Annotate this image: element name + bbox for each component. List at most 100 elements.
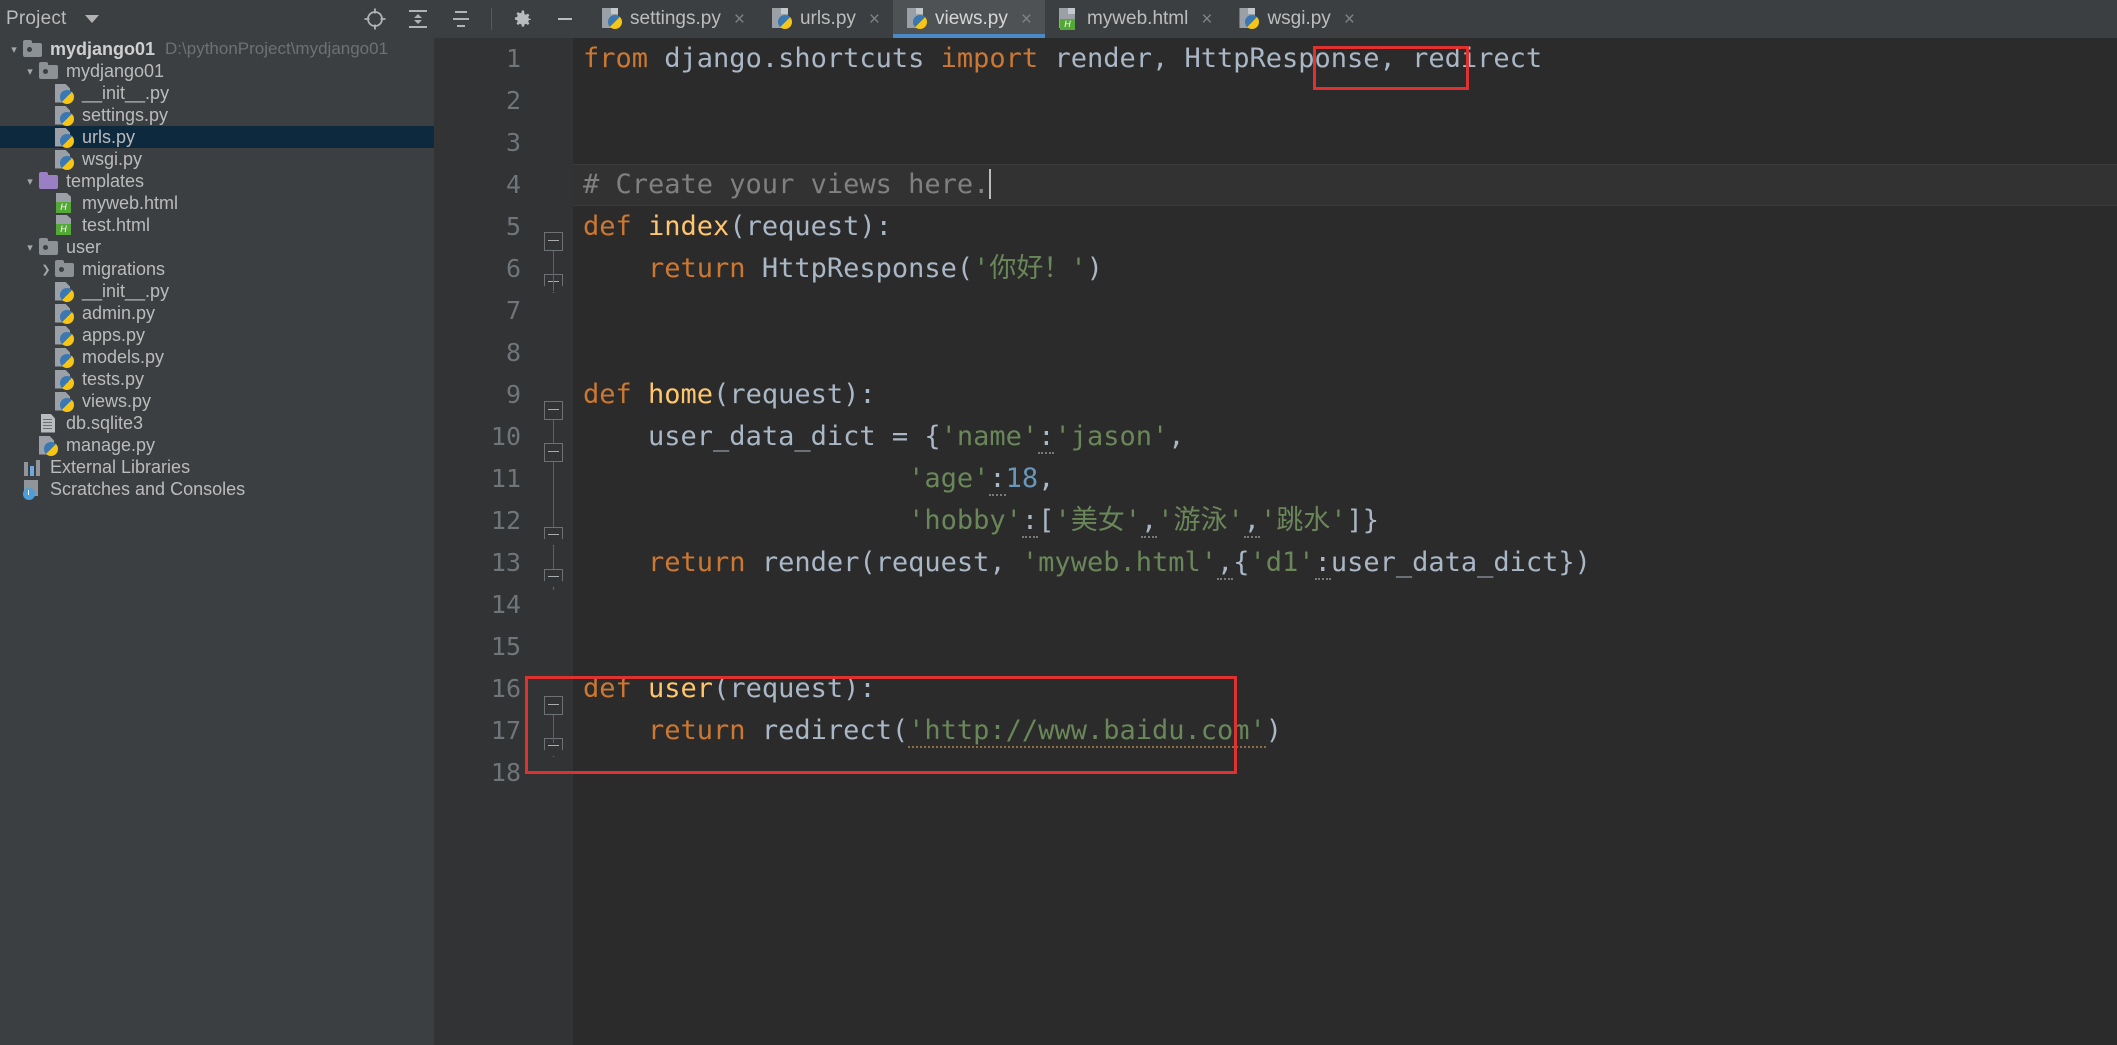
code-line-12[interactable]: 'hobby':['美女','游泳','跳水']} bbox=[573, 500, 2117, 542]
tree-item-templates[interactable]: ▾ templates bbox=[0, 170, 434, 192]
tree-item-wsgi-py[interactable]: wsgi.py bbox=[0, 148, 434, 170]
folder-icon bbox=[38, 61, 59, 82]
line-number: 10 bbox=[490, 422, 521, 451]
tree-item-tests-py[interactable]: tests.py bbox=[0, 368, 434, 390]
tree-item-models-py[interactable]: models.py bbox=[0, 346, 434, 368]
code-line-1[interactable]: from django.shortcuts import render, Htt… bbox=[573, 38, 2117, 80]
folder-icon bbox=[38, 237, 59, 258]
python-file-icon bbox=[54, 149, 75, 170]
tree-item-scratches-and-consoles[interactable]: Scratches and Consoles bbox=[0, 478, 434, 500]
code-line-5[interactable]: def index(request): bbox=[573, 206, 2117, 248]
tree-item-test-html[interactable]: Htest.html bbox=[0, 214, 434, 236]
tree-item-views-py[interactable]: views.py bbox=[0, 390, 434, 412]
code-line-15[interactable] bbox=[573, 626, 2117, 668]
tree-item-mydjango01[interactable]: ▾ mydjango01 bbox=[0, 60, 434, 82]
tab-close-icon[interactable]: × bbox=[1201, 10, 1212, 29]
chevron-down-icon[interactable]: ▾ bbox=[22, 65, 38, 78]
tree-item-admin-py[interactable]: admin.py bbox=[0, 302, 434, 324]
project-panel-title[interactable]: Project bbox=[6, 8, 67, 30]
chevron-down-icon[interactable]: ▾ bbox=[22, 241, 38, 254]
minimize-icon[interactable] bbox=[552, 6, 578, 32]
gear-icon[interactable] bbox=[509, 6, 535, 32]
code-folding-gutter[interactable] bbox=[535, 38, 573, 1045]
fold-marker-index[interactable] bbox=[544, 232, 563, 251]
tree-item-apps-py[interactable]: apps.py bbox=[0, 324, 434, 346]
fold-end-dict[interactable] bbox=[544, 527, 563, 546]
tree-item-db-sqlite3[interactable]: db.sqlite3 bbox=[0, 412, 434, 434]
crosshair-icon[interactable] bbox=[362, 6, 388, 32]
tree-item-label: views.py bbox=[82, 390, 152, 411]
tab-close-icon[interactable]: × bbox=[734, 10, 745, 29]
code-line-13[interactable]: return render(request, 'myweb.html',{'d1… bbox=[573, 542, 2117, 584]
tree-item-myweb-html[interactable]: Hmyweb.html bbox=[0, 192, 434, 214]
tree-item-settings-py[interactable]: settings.py bbox=[0, 104, 434, 126]
line-number: 11 bbox=[490, 464, 521, 493]
line-number: 13 bbox=[490, 548, 521, 577]
scratches-icon bbox=[22, 479, 43, 500]
tree-item-label: templates bbox=[66, 170, 145, 191]
tab-label: myweb.html bbox=[1086, 8, 1189, 29]
html-file-icon: H bbox=[1058, 8, 1078, 30]
tree-item-label: manage.py bbox=[66, 434, 156, 455]
line-number: 8 bbox=[505, 338, 521, 367]
code-line-9[interactable]: def home(request): bbox=[573, 374, 2117, 416]
tab-close-icon[interactable]: × bbox=[1021, 10, 1032, 29]
external-libraries-icon bbox=[22, 457, 43, 478]
code-line-11[interactable]: 'age':18, bbox=[573, 458, 2117, 500]
tab-settings-py[interactable]: settings.py × bbox=[588, 0, 758, 38]
chevron-down-icon[interactable]: ▾ bbox=[22, 175, 38, 188]
top-bar: Project settings.py × urls.py × views.py… bbox=[0, 0, 2117, 38]
code-editor[interactable]: 123456789101112131415161718 H from dja bbox=[435, 38, 2117, 1045]
code-line-7[interactable] bbox=[573, 290, 2117, 332]
code-line-4[interactable]: # Create your views here. bbox=[573, 164, 2117, 206]
python-file-icon bbox=[54, 325, 75, 346]
tab-views-py[interactable]: views.py × bbox=[893, 0, 1045, 38]
tab-wsgi-py[interactable]: wsgi.py × bbox=[1225, 0, 1368, 38]
tree-root-row[interactable]: ▾ mydjango01 D:\pythonProject\mydjango01 bbox=[0, 38, 434, 60]
project-tree-panel[interactable]: ▾ mydjango01 D:\pythonProject\mydjango01… bbox=[0, 38, 435, 1045]
line-number-gutter: 1 2 3 4 5 6 7 8 9 10 11 12 13 14 15 16 17 18 bbox=[435, 38, 535, 1045]
project-root-path: D:\pythonProject\mydjango01 bbox=[165, 39, 389, 58]
code-line-17[interactable]: return redirect('http://www.baidu.com') bbox=[573, 710, 2117, 752]
python-file-icon bbox=[54, 369, 75, 390]
code-line-6[interactable]: return HttpResponse('你好！') bbox=[573, 248, 2117, 290]
python-file-icon bbox=[38, 435, 59, 456]
fold-end-home[interactable] bbox=[544, 569, 563, 588]
tree-item--init-py[interactable]: __init__.py bbox=[0, 280, 434, 302]
tree-item-external-libraries[interactable]: External Libraries bbox=[0, 456, 434, 478]
tree-item-label: mydjango01 bbox=[66, 60, 165, 81]
python-file-icon bbox=[54, 105, 75, 126]
project-panel-header: Project bbox=[0, 0, 588, 38]
chevron-right-icon[interactable]: ❯ bbox=[38, 263, 54, 276]
fold-marker-dict[interactable] bbox=[544, 443, 563, 462]
tree-item-label: migrations bbox=[82, 258, 166, 279]
code-line-18[interactable] bbox=[573, 752, 2117, 794]
tree-item-label: test.html bbox=[82, 214, 151, 235]
line-number: 18 bbox=[490, 758, 521, 787]
tab-close-icon[interactable]: × bbox=[1344, 10, 1355, 29]
tab-close-icon[interactable]: × bbox=[869, 10, 880, 29]
code-line-3[interactable] bbox=[573, 122, 2117, 164]
code-line-2[interactable] bbox=[573, 80, 2117, 122]
line-number: 6 bbox=[505, 254, 521, 283]
tab-urls-py[interactable]: urls.py × bbox=[757, 0, 894, 38]
code-content[interactable]: from django.shortcuts import render, Htt… bbox=[573, 38, 2117, 1045]
fold-marker-home[interactable] bbox=[544, 401, 563, 420]
python-file-icon bbox=[54, 347, 75, 368]
code-line-16[interactable]: def user(request): bbox=[573, 668, 2117, 710]
code-line-14[interactable] bbox=[573, 584, 2117, 626]
tree-item-urls-py[interactable]: urls.py bbox=[0, 126, 434, 148]
tree-item-migrations[interactable]: ❯ migrations bbox=[0, 258, 434, 280]
chevron-down-icon[interactable] bbox=[84, 15, 99, 23]
tab-myweb-html[interactable]: H myweb.html × bbox=[1044, 0, 1226, 38]
tree-item-manage-py[interactable]: manage.py bbox=[0, 434, 434, 456]
fold-marker-user[interactable] bbox=[544, 696, 563, 715]
code-line-10[interactable]: user_data_dict = {'name':'jason', bbox=[573, 416, 2117, 458]
chevron-down-icon[interactable]: ▾ bbox=[6, 43, 22, 56]
collapse-all-icon[interactable] bbox=[405, 6, 431, 32]
tab-label: settings.py bbox=[630, 8, 721, 29]
code-line-8[interactable] bbox=[573, 332, 2117, 374]
tree-item-user[interactable]: ▾ user bbox=[0, 236, 434, 258]
sort-icon[interactable] bbox=[448, 6, 474, 32]
tree-item--init-py[interactable]: __init__.py bbox=[0, 82, 434, 104]
